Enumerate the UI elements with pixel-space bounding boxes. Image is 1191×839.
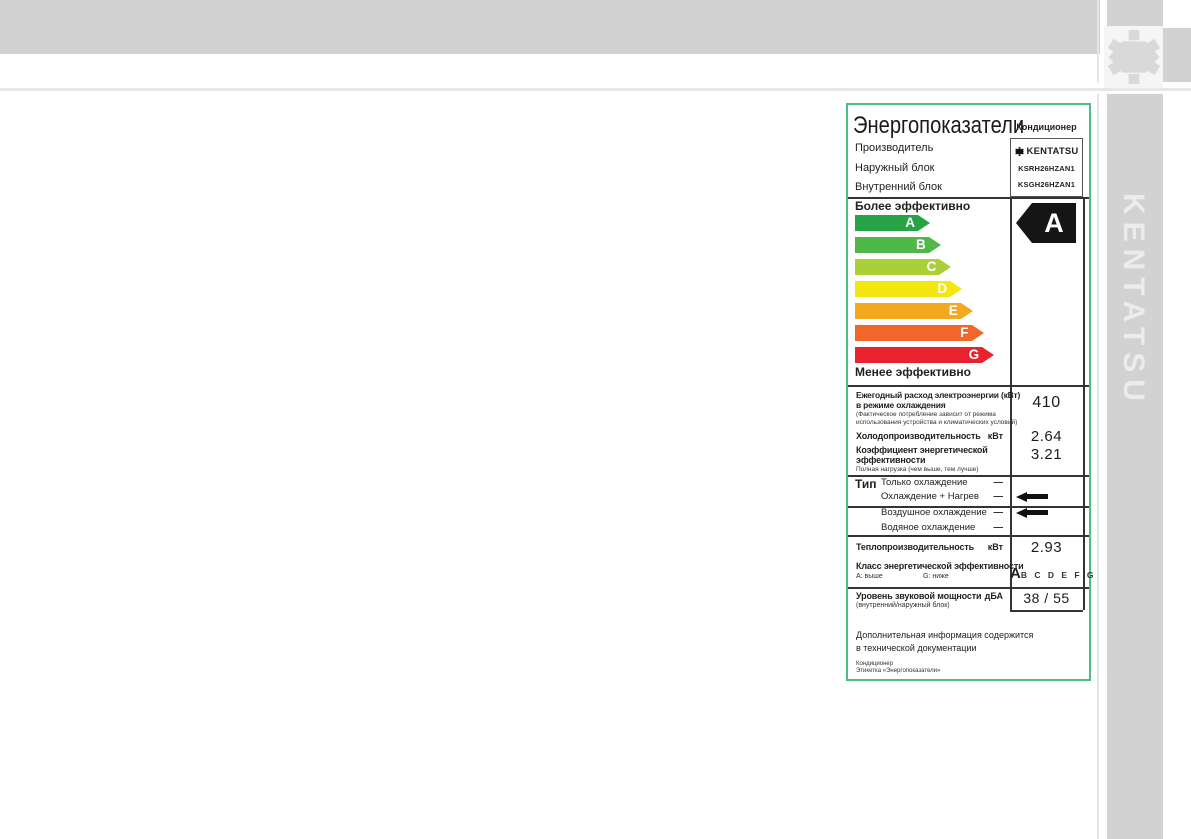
class-others: B C D E F G (1021, 570, 1096, 580)
vertical-rule (1097, 0, 1099, 839)
outdoor-unit-label: Наружный блок (855, 162, 935, 174)
eer-note: Полная нагрузка (чем выше, тем лучше) (856, 466, 978, 474)
rule (1010, 610, 1083, 612)
energy-label: Энергопоказатели Кондиционер Производите… (846, 103, 1091, 681)
energy-class-arrow-A: A (855, 215, 930, 231)
energy-class-arrow-F: F (855, 325, 984, 341)
annual-note-1: (Фактическое потребление зависит от режи… (856, 411, 996, 419)
footer-small-2: Этикетка «Энергопоказатели» (856, 668, 940, 675)
eer-title-2: эффективности (856, 455, 925, 465)
noise-unit: дБА (973, 591, 1003, 601)
footer-small-1: Кондиционер (856, 661, 893, 668)
annual-note-2: использования устройства и климатических… (856, 419, 1017, 427)
type-selected-arrow (1016, 491, 1050, 502)
cooling-unit: кВт (973, 431, 1003, 441)
kentatsu-brand-icon (1015, 147, 1024, 156)
annual-title-1: Ежегодный расход электроэнергии (кВт) (856, 390, 1020, 400)
type-label: Тип (855, 477, 877, 491)
type-option: Только охлаждение— (881, 477, 1003, 488)
brand-name: KENTATSU (1027, 146, 1079, 157)
eer-title-1: Коэффициент энергетической (856, 445, 988, 455)
heating-title: Теплопроизводительность (856, 542, 974, 552)
footer-line-1: Дополнительная информация содержится (856, 629, 1033, 642)
annual-value: 410 (1010, 394, 1083, 412)
footer-line-2: в технической документации (856, 642, 976, 655)
indoor-unit-label: Внутренний блок (855, 181, 942, 193)
header-band (0, 0, 1100, 54)
rule (1083, 197, 1085, 610)
rule (848, 587, 1089, 589)
energy-class-arrow-B: B (855, 237, 941, 253)
rating-arrow: A (1016, 203, 1076, 243)
label-title: Энергопоказатели (853, 112, 1024, 140)
less-efficient-label: Менее эффективно (855, 365, 971, 379)
class-selected: A (1010, 565, 1021, 582)
product-type: Кондиционер (1010, 122, 1083, 132)
type-option: Охлаждение + Нагрев— (881, 491, 1003, 502)
header-band-right (1163, 28, 1191, 82)
heating-value: 2.93 (1010, 539, 1083, 556)
class-letters: AB C D E F G (1010, 565, 1083, 583)
rating-letter: A (1032, 203, 1076, 243)
noise-title: Уровень звуковой мощности (856, 591, 981, 601)
vertical-brand-text: KENTATSU (1116, 193, 1150, 408)
class-note-g: G: ниже (923, 573, 949, 581)
energy-class-arrow-C: C (855, 259, 951, 275)
kentatsu-logo-tile (1104, 26, 1163, 88)
kentatsu-logo-icon (1107, 29, 1161, 85)
cooling-title: Холодопроизводительность (856, 431, 981, 441)
rule (848, 535, 1089, 537)
energy-class-arrow-D: D (855, 281, 962, 297)
indoor-model: KSGH26HZAN1 (1018, 180, 1075, 189)
energy-class-arrow-E: E (855, 303, 973, 319)
document-page: KENTATSU Энергопоказатели Кондиционер Пр… (0, 0, 1191, 839)
manufacturer-label: Производитель (855, 142, 933, 154)
noise-note: (внутренний/наружный блок) (856, 602, 950, 610)
cooling-value: 2.64 (1010, 428, 1083, 445)
class-note-a: A: выше (856, 573, 883, 581)
type-option: Водяное охлаждение— (881, 522, 1003, 533)
type-option: Воздушное охлаждение— (881, 507, 1003, 518)
outdoor-model: KSRH26HZAN1 (1018, 164, 1075, 173)
brand-model-box: KENTATSU KSRH26HZAN1 KSGH26HZAN1 (1010, 138, 1083, 197)
type-selected-arrow (1016, 507, 1050, 518)
header-divider (0, 83, 1191, 94)
energy-class-arrow-G: G (855, 347, 994, 363)
eer-value: 3.21 (1010, 446, 1083, 463)
brand-row: KENTATSU (1015, 146, 1079, 157)
rule (848, 385, 1089, 387)
annual-title-2: в режиме охлаждения (856, 400, 946, 410)
noise-value: 38 / 55 (1010, 590, 1083, 606)
class-title: Класс энергетической эффективности (856, 561, 1024, 571)
rating-arrow-tip (1016, 203, 1032, 243)
heating-unit: кВт (973, 542, 1003, 552)
more-efficient-label: Более эффективно (855, 199, 970, 213)
side-brand-bar (1107, 0, 1163, 839)
